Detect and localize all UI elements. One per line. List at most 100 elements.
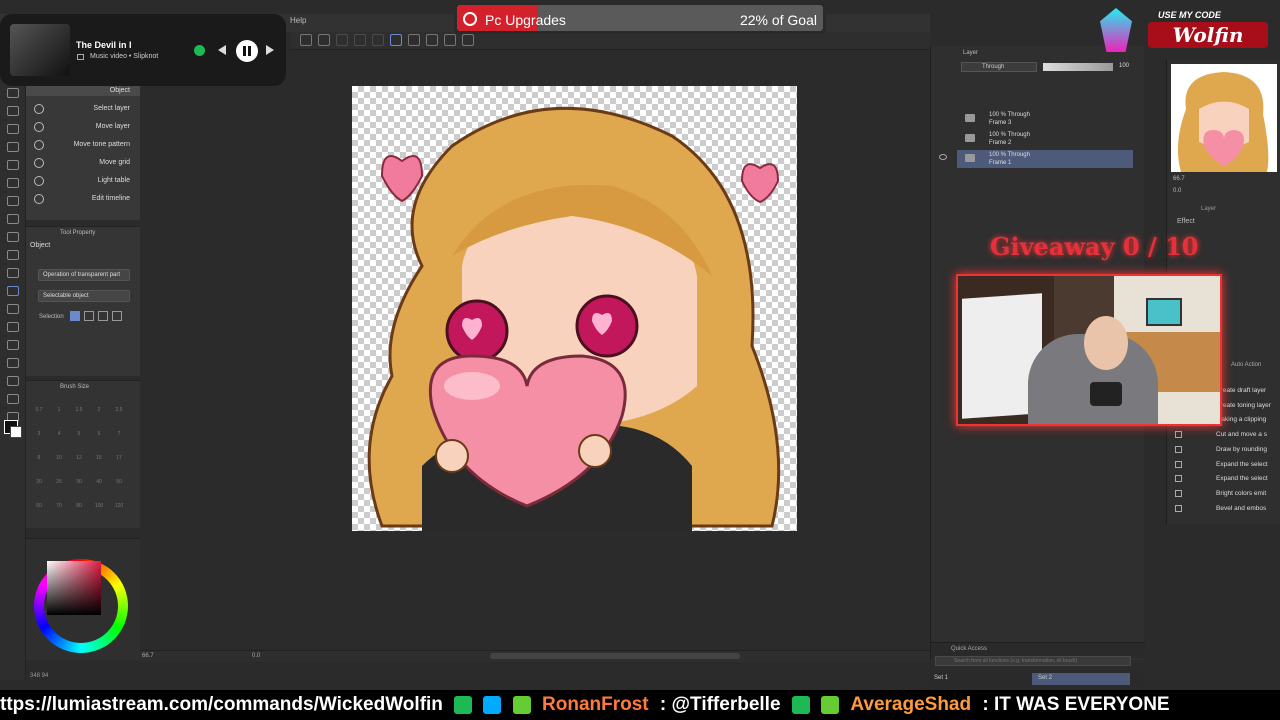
opacity-slider[interactable] bbox=[1043, 63, 1113, 71]
help-icon[interactable] bbox=[462, 34, 474, 46]
quick-access-search[interactable] bbox=[935, 656, 1131, 666]
clear-icon[interactable] bbox=[336, 34, 348, 46]
brush-size-option[interactable]: 4 bbox=[52, 431, 66, 445]
brush-size-option[interactable]: 5 bbox=[72, 431, 86, 445]
auto-action-item[interactable]: Bright colors emit bbox=[1167, 487, 1280, 501]
brush-size-option[interactable]: 25 bbox=[52, 479, 66, 493]
brush-size-option[interactable]: 70 bbox=[52, 503, 66, 517]
ruler-icon[interactable] bbox=[426, 34, 438, 46]
drawing-canvas[interactable] bbox=[352, 86, 797, 531]
correct-line-icon[interactable] bbox=[7, 376, 19, 386]
layer-row-selected[interactable]: 100 % Through Frame 1 bbox=[957, 150, 1133, 168]
layer-row[interactable]: 100 % Through Frame 2 bbox=[957, 130, 1133, 148]
brush-size-option[interactable]: 8 bbox=[32, 455, 46, 469]
blend-mode-select[interactable]: Through bbox=[961, 62, 1037, 72]
fill-icon[interactable] bbox=[354, 34, 366, 46]
set-1-tab[interactable]: Set 1 bbox=[934, 675, 948, 681]
opacity-value[interactable]: 100 bbox=[1119, 63, 1129, 69]
frame-tool-icon[interactable] bbox=[7, 196, 19, 206]
selection-add-icon[interactable] bbox=[84, 311, 94, 321]
angle-value[interactable]: 0.0 bbox=[252, 653, 260, 659]
brush-size-option[interactable]: 100 bbox=[92, 503, 106, 517]
deselect-icon[interactable] bbox=[372, 34, 384, 46]
operation-transparent-select[interactable]: Operation of transparent part bbox=[38, 269, 130, 281]
checkbox-icon[interactable] bbox=[1175, 504, 1182, 512]
gradient-tool-icon[interactable] bbox=[7, 268, 19, 278]
previous-icon[interactable] bbox=[218, 45, 226, 55]
brush-size-option[interactable]: 60 bbox=[32, 503, 46, 517]
layer-row[interactable]: 100 % Through Frame 3 bbox=[957, 110, 1133, 128]
checkbox-icon[interactable] bbox=[1175, 489, 1182, 497]
brush-size-option[interactable]: 12 bbox=[72, 455, 86, 469]
brush-size-option[interactable]: 20 bbox=[32, 479, 46, 493]
object-tool-icon[interactable] bbox=[7, 286, 19, 296]
checkbox-icon[interactable] bbox=[1175, 431, 1182, 439]
brush-tool-icon[interactable] bbox=[7, 124, 19, 134]
auto-action-item[interactable]: Cut and move a s bbox=[1167, 428, 1280, 442]
lasso-icon[interactable] bbox=[390, 34, 402, 46]
brush-size-option[interactable]: 1.5 bbox=[72, 407, 86, 421]
eye-icon[interactable] bbox=[939, 154, 947, 160]
brush-size-option[interactable]: 3 bbox=[32, 431, 46, 445]
pen-tool-icon[interactable] bbox=[7, 88, 19, 98]
saturation-value-square[interactable] bbox=[47, 561, 101, 615]
brush-size-option[interactable]: 2.5 bbox=[112, 407, 126, 421]
subtool-item-move-grid[interactable]: Move grid bbox=[26, 154, 140, 172]
navigator-zoom[interactable]: 66.7 bbox=[1173, 176, 1185, 182]
zoom-value[interactable]: 66.7 bbox=[142, 653, 154, 659]
brush-size-option[interactable]: 6 bbox=[92, 431, 106, 445]
brush-size-option[interactable]: 30 bbox=[72, 479, 86, 493]
ruler-tool-icon[interactable] bbox=[7, 358, 19, 368]
brush-size-option[interactable]: 10 bbox=[52, 455, 66, 469]
figure-tool-icon[interactable] bbox=[7, 214, 19, 224]
move-tool-icon[interactable] bbox=[7, 160, 19, 170]
brush-size-option[interactable]: 15 bbox=[92, 455, 106, 469]
pen-icon[interactable] bbox=[408, 34, 420, 46]
brush-size-option[interactable]: 17 bbox=[112, 455, 126, 469]
subtool-item-move-tone[interactable]: Move tone pattern bbox=[26, 136, 140, 154]
hand-tool-icon[interactable] bbox=[7, 394, 19, 404]
next-icon[interactable] bbox=[266, 45, 274, 55]
checkbox-icon[interactable] bbox=[1175, 445, 1182, 453]
auto-action-item[interactable]: Expand the select bbox=[1167, 458, 1280, 472]
horizontal-scrollbar[interactable] bbox=[490, 653, 740, 659]
brush-size-option[interactable]: 7 bbox=[112, 431, 126, 445]
brush-size-option[interactable]: 80 bbox=[72, 503, 86, 517]
pencil-tool-icon[interactable] bbox=[7, 106, 19, 116]
brush-size-option[interactable]: 2 bbox=[92, 407, 106, 421]
checkbox-icon[interactable] bbox=[1175, 475, 1182, 483]
selectable-object-select[interactable]: Selectable object bbox=[38, 290, 130, 302]
selection-mode-icon[interactable] bbox=[70, 311, 80, 321]
liked-check-icon[interactable] bbox=[194, 45, 205, 56]
auto-action-item[interactable]: Expand the select bbox=[1167, 472, 1280, 486]
selection-cross-icon[interactable] bbox=[112, 311, 122, 321]
navigator-thumbnail[interactable] bbox=[1171, 64, 1277, 172]
crop-icon[interactable] bbox=[318, 34, 330, 46]
auto-action-item[interactable]: Bevel and embos bbox=[1167, 502, 1280, 516]
balloon-tool-icon[interactable] bbox=[7, 340, 19, 350]
selection-sub-icon[interactable] bbox=[98, 311, 108, 321]
line-tool-icon[interactable] bbox=[7, 304, 19, 314]
subtool-item-select-layer[interactable]: Select layer bbox=[26, 100, 140, 118]
checkbox-icon[interactable] bbox=[1175, 460, 1182, 468]
sparkle-tool-icon[interactable] bbox=[7, 232, 19, 242]
subtool-item-edit-timeline[interactable]: Edit timeline bbox=[26, 190, 140, 208]
brush-size-option[interactable]: 1 bbox=[52, 407, 66, 421]
menu-help[interactable]: Help bbox=[290, 16, 306, 25]
brush-size-option[interactable]: 0.7 bbox=[32, 407, 46, 421]
brush-size-option[interactable]: 50 bbox=[112, 479, 126, 493]
set-2-tab[interactable]: Set 2 bbox=[1032, 673, 1130, 685]
navigator-angle[interactable]: 0.0 bbox=[1173, 188, 1181, 194]
eraser-tool-icon[interactable] bbox=[7, 142, 19, 152]
blend-tool-icon[interactable] bbox=[7, 178, 19, 188]
subtool-item-move-layer[interactable]: Move layer bbox=[26, 118, 140, 136]
subtool-item-light-table[interactable]: Light table bbox=[26, 172, 140, 190]
auto-action-item[interactable]: Draw by rounding bbox=[1167, 443, 1280, 457]
layer-icon[interactable] bbox=[444, 34, 456, 46]
transform-icon[interactable] bbox=[300, 34, 312, 46]
sub-color-swatch[interactable] bbox=[10, 426, 22, 438]
right-layer-tab[interactable]: Layer bbox=[1201, 206, 1216, 212]
text-tool-icon[interactable] bbox=[7, 322, 19, 332]
pause-button[interactable] bbox=[236, 40, 258, 62]
brush-size-option[interactable]: 40 bbox=[92, 479, 106, 493]
